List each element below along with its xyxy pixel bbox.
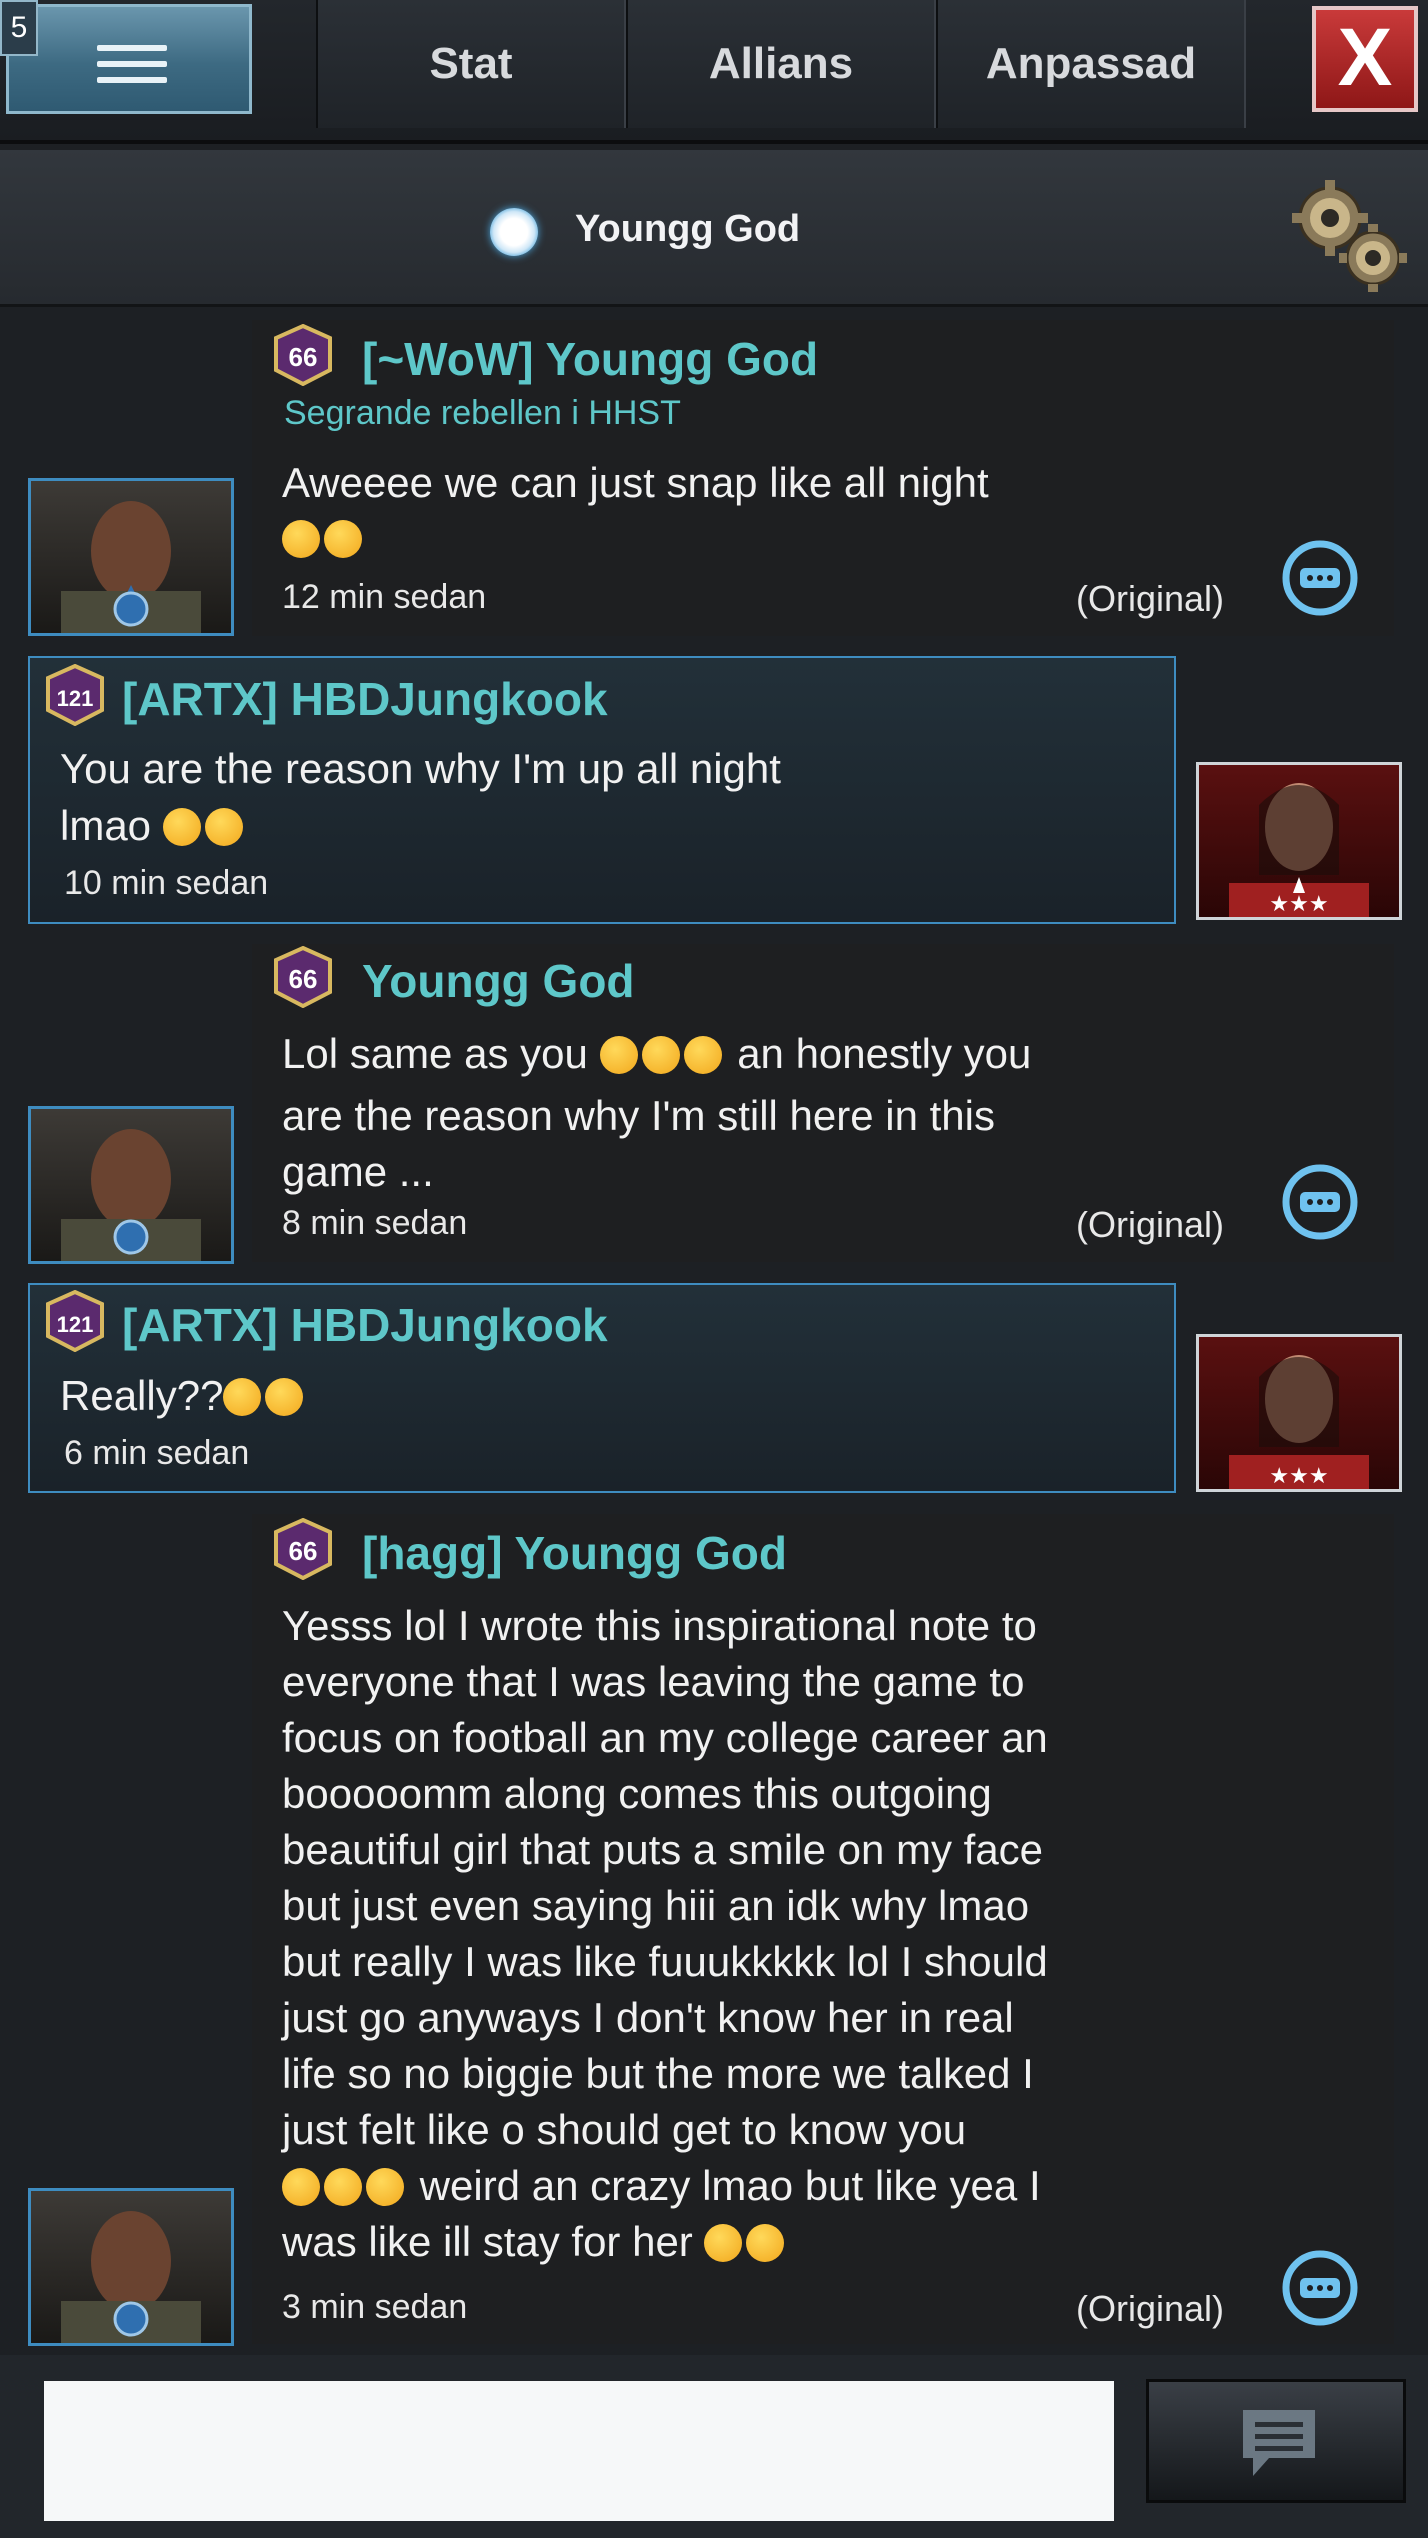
emoji-icon [704,2224,743,2262]
message-composer [0,2355,1428,2538]
svg-text:66: 66 [289,342,318,372]
rank-badge-icon: 66 [274,946,332,1008]
emoji-icon [324,2168,362,2206]
top-bar: 5 Stat Allians Anpassad X [0,0,1428,144]
chat-icon [1243,2410,1315,2476]
message-text: Yesss lol I wrote this inspirational not… [282,1602,1048,2265]
menu-button[interactable] [6,4,252,114]
sender-name[interactable]: [~WoW] Youngg God [362,332,818,386]
emoji-icon [204,808,243,846]
original-label[interactable]: (Original) [1076,1204,1224,1246]
emoji-icon [265,1378,304,1416]
emoji-icon [162,808,201,846]
message-text: Really?? [60,1368,307,1424]
svg-text:121: 121 [57,686,94,711]
message-time: 6 min sedan [64,1434,250,1472]
tab-stat[interactable]: Stat [316,0,626,128]
emoji-icon [746,2224,785,2262]
message-time: 12 min sedan [282,578,487,616]
emoji-icon [366,2168,404,2206]
avatar[interactable] [28,478,234,636]
close-button[interactable]: X [1312,6,1418,112]
send-button[interactable] [1146,2379,1406,2503]
original-label[interactable]: (Original) [1076,2288,1224,2330]
gear-icon[interactable] [1285,176,1415,296]
avatar[interactable]: ★★★ [1196,762,1402,920]
sender-name[interactable]: [ARTX] HBDJungkook [122,1298,608,1352]
message-text-cont: are the reason why I'm still here in thi… [282,1092,995,1139]
message-time: 10 min sedan [64,864,269,902]
emoji-icon [282,520,320,558]
channel-header: Youngg God [0,150,1428,307]
emoji-icon [599,1036,638,1074]
translate-icon[interactable] [1278,536,1362,620]
message-input[interactable] [44,2381,1114,2521]
emoji-icon [683,1036,722,1074]
sender-name[interactable]: [hagg] Youngg God [362,1526,787,1580]
message-text: You are the reason why I'm up all night [60,745,781,792]
rank-badge-icon: 121 [46,1290,104,1352]
tab-allians[interactable]: Allians [626,0,936,128]
svg-text:66: 66 [289,1536,318,1566]
translate-icon[interactable] [1278,1160,1362,1244]
tab-anpassad[interactable]: Anpassad [936,0,1246,128]
avatar[interactable] [28,2188,234,2346]
message-text: Aweeee we can just snap like all night [282,459,989,506]
emoji-icon [324,520,362,558]
svg-text:★★★: ★★★ [1269,891,1328,916]
sender-title: Segrande rebellen i HHST [284,394,681,432]
message-text: Lol same as you an honestly you [282,1030,1032,1077]
rank-badge-icon: 66 [274,324,332,386]
avatar[interactable] [28,1106,234,1264]
emoji-icon [641,1036,680,1074]
sender-name[interactable]: Youngg God [362,954,635,1008]
message-text-cont: game ... [282,1148,434,1195]
message-text-cont: lmao [60,798,247,854]
svg-text:66: 66 [289,964,318,994]
svg-text:★★★: ★★★ [1269,1463,1328,1488]
channel-name: Youngg God [575,208,801,250]
message-emojis [282,510,366,566]
emoji-icon [223,1378,262,1416]
message-time: 8 min sedan [282,1204,468,1242]
translate-icon[interactable] [1278,2246,1362,2330]
emoji-icon [282,2168,320,2206]
notification-badge: 5 [0,0,38,56]
rank-badge-icon: 121 [46,664,104,726]
menu-icon [97,45,167,83]
original-label[interactable]: (Original) [1076,578,1224,620]
svg-text:121: 121 [57,1312,94,1337]
channel-radio-button[interactable] [490,208,538,256]
rank-badge-icon: 66 [274,1518,332,1580]
message-time: 3 min sedan [282,2288,468,2326]
sender-name[interactable]: [ARTX] HBDJungkook [122,672,608,726]
avatar[interactable]: ★★★ [1196,1334,1402,1492]
